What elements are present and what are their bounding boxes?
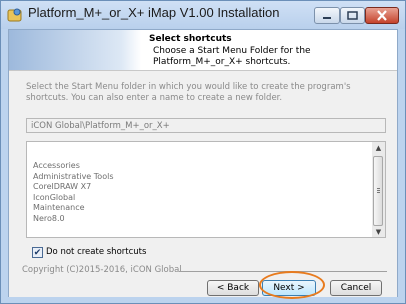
grip-line	[377, 192, 380, 193]
page-body: Select the Start Menu folder in which yo…	[9, 71, 397, 299]
list-scrollbar[interactable]: ▲ ▼	[372, 142, 385, 237]
window-title: Platform_M+_or_X+ iMap V1.00 Installatio…	[28, 5, 280, 20]
instructions-text: Select the Start Menu folder in which yo…	[26, 82, 351, 103]
folder-list-item[interactable]: Administrative Tools	[33, 172, 113, 183]
installer-window: Platform_M+_or_X+ iMap V1.00 Installatio…	[0, 0, 406, 304]
title-bar[interactable]: Platform_M+_or_X+ iMap V1.00 Installatio…	[1, 1, 405, 29]
scroll-down-arrow-icon[interactable]: ▼	[372, 226, 385, 238]
back-button[interactable]: < Back	[207, 280, 259, 296]
scroll-up-arrow-icon[interactable]: ▲	[372, 142, 385, 154]
page-header: Select shortcuts Choose a Start Menu Fol…	[9, 30, 397, 71]
folder-list-item[interactable]: Accessories	[33, 161, 113, 172]
cancel-button[interactable]: Cancel	[330, 280, 382, 296]
folder-list-item[interactable]: CorelDRAW X7	[33, 182, 113, 193]
grip-line	[377, 188, 380, 189]
folder-list-item[interactable]: Maintenance	[33, 203, 113, 214]
no-shortcuts-label[interactable]: Do not create shortcuts	[46, 247, 146, 257]
maximize-icon	[347, 11, 358, 20]
page-subtitle: Choose a Start Menu Folder for the Platf…	[153, 46, 311, 67]
start-menu-folder-input[interactable]: iCON Global\Platform_M+_or_X+	[26, 118, 386, 133]
grip-line	[377, 190, 380, 191]
installer-app-icon	[7, 8, 22, 22]
no-shortcuts-checkbox[interactable]: ✔	[32, 247, 43, 258]
maximize-button[interactable]	[340, 7, 365, 24]
folder-list-item[interactable]: IconGlobal	[33, 193, 113, 204]
folder-listbox[interactable]: Accessories Administrative Tools CorelDR…	[26, 141, 386, 238]
close-button[interactable]	[365, 7, 399, 24]
copyright-text: Copyright (C)2015-2016, iCON Global	[22, 265, 182, 275]
header-banner	[9, 30, 141, 70]
installer-client-area: Select shortcuts Choose a Start Menu Fol…	[8, 29, 398, 299]
folder-list-item[interactable]: Nero8.0	[33, 214, 113, 225]
next-button-highlight-circle	[259, 271, 325, 299]
folder-list: Accessories Administrative Tools CorelDR…	[33, 161, 113, 224]
page-title: Select shortcuts	[149, 34, 232, 44]
scroll-thumb[interactable]	[373, 156, 383, 226]
minimize-icon	[323, 17, 331, 19]
close-icon	[377, 10, 387, 21]
minimize-button[interactable]	[314, 7, 340, 24]
